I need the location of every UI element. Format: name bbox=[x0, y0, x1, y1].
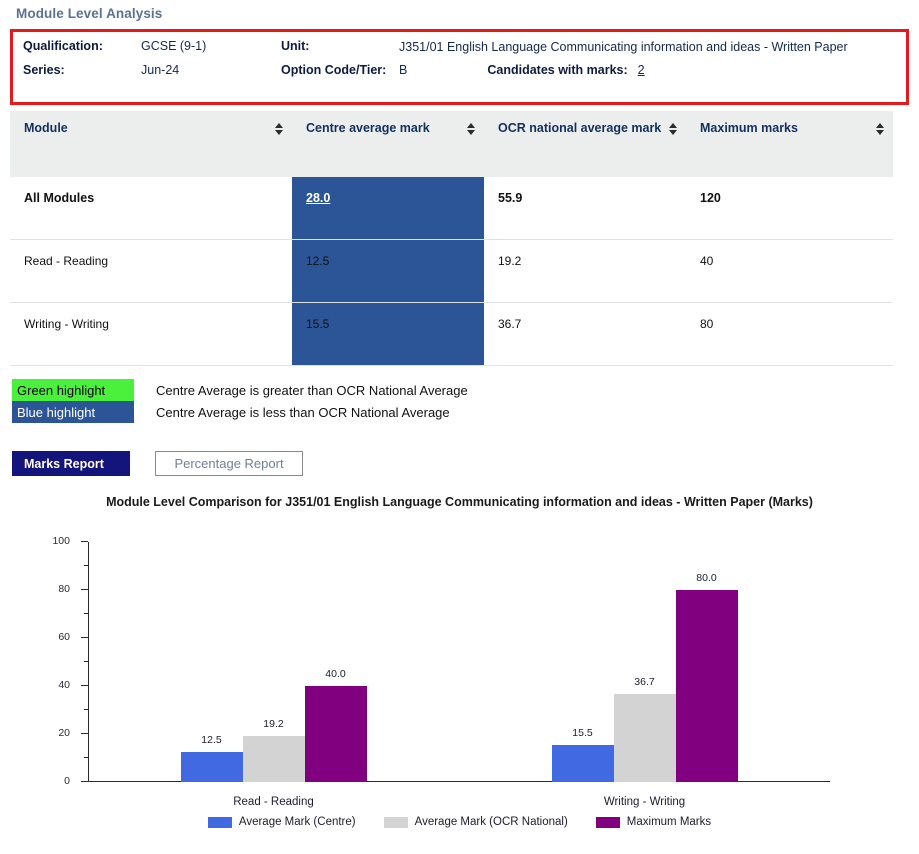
unit-label: Unit: bbox=[281, 39, 310, 53]
tab-percentage-report[interactable]: Percentage Report bbox=[155, 451, 303, 476]
bar-maximum-marks[interactable]: 80.0 bbox=[675, 572, 738, 782]
column-header-maximum-marks-label: Maximum marks bbox=[700, 121, 798, 135]
legend-swatch-icon bbox=[383, 816, 408, 828]
cell-module: Read - Reading bbox=[10, 239, 292, 303]
legend-label: Average Mark (Centre) bbox=[238, 816, 356, 828]
y-tick-label: 60 bbox=[58, 631, 70, 643]
x-axis-category-label: Writing - Writing bbox=[603, 796, 686, 808]
bar-group-writing-writing: 15.5 36.7 80.0 Writing - Writing bbox=[459, 542, 830, 808]
page-title: Module Level Analysis bbox=[16, 6, 163, 21]
cell-centre-average-mark[interactable]: 28.0 bbox=[292, 177, 484, 240]
cell-maximum-marks: 80 bbox=[686, 302, 893, 366]
qualification-value: GCSE (9-1) bbox=[141, 39, 207, 53]
y-tick-label: 40 bbox=[58, 679, 70, 691]
cell-ocr-national-average-mark: 19.2 bbox=[484, 239, 686, 303]
column-header-module[interactable]: Module bbox=[10, 111, 292, 177]
cell-maximum-marks: 120 bbox=[686, 177, 893, 240]
bar-maximum-marks[interactable]: 40.0 bbox=[304, 668, 367, 782]
x-axis-category-label: Read - Reading bbox=[233, 796, 314, 808]
module-table-head: Module Centre average mark OCR national … bbox=[10, 111, 893, 177]
legend-item-maximum-marks: Maximum Marks bbox=[595, 816, 712, 828]
y-tick-label: 0 bbox=[64, 775, 70, 787]
info-grid: Qualification: GCSE (9-1) Unit: J351/01 … bbox=[23, 39, 896, 79]
chart-plot-area: 0 20 40 60 80 100 12.5 19.2 40.0 Read - … bbox=[52, 535, 830, 808]
option-code-tier-value: B bbox=[399, 62, 408, 77]
sort-icon[interactable] bbox=[467, 122, 476, 136]
column-header-maximum-marks[interactable]: Maximum marks bbox=[686, 111, 893, 177]
centre-average-mark-link[interactable]: 28.0 bbox=[306, 191, 330, 205]
series-label: Series: bbox=[23, 62, 65, 77]
table-header-row: Module Centre average mark OCR national … bbox=[10, 111, 893, 177]
column-header-module-label: Module bbox=[24, 121, 68, 135]
module-comparison-chart: Module Level Comparison for J351/01 Engl… bbox=[0, 494, 919, 854]
legend-item-average-mark-centre: Average Mark (Centre) bbox=[207, 816, 356, 828]
cell-centre-average-mark: 12.5 bbox=[292, 239, 484, 303]
green-highlight-chip: Green highlight bbox=[12, 379, 134, 401]
sort-icon[interactable] bbox=[275, 122, 284, 136]
legend-swatch-icon bbox=[595, 816, 620, 828]
cell-module: Writing - Writing bbox=[10, 302, 292, 366]
bar-value-label: 40.0 bbox=[325, 668, 346, 680]
bar-value-label: 12.5 bbox=[201, 734, 222, 746]
series-value: Jun-24 bbox=[141, 62, 180, 77]
chart-legend: Average Mark (Centre) Average Mark (OCR … bbox=[0, 816, 919, 828]
option-code-tier-label: Option Code/Tier: bbox=[281, 62, 387, 77]
sort-icon[interactable] bbox=[669, 122, 678, 136]
legend-item-average-mark-ocr-national: Average Mark (OCR National) bbox=[383, 816, 568, 828]
chart-bar-groups: 12.5 19.2 40.0 Read - Reading 15.5 36.7 bbox=[88, 542, 830, 808]
bar-group-read-reading: 12.5 19.2 40.0 Read - Reading bbox=[88, 542, 459, 808]
green-highlight-description: Centre Average is greater than OCR Natio… bbox=[156, 382, 468, 398]
cell-ocr-national-average-mark: 36.7 bbox=[484, 302, 686, 366]
module-table-wrapper: Module Centre average mark OCR national … bbox=[10, 111, 909, 366]
cell-module: All Modules bbox=[10, 177, 292, 240]
legend-label: Maximum Marks bbox=[626, 816, 712, 828]
cell-maximum-marks: 40 bbox=[686, 239, 893, 303]
bar-value-label: 19.2 bbox=[263, 717, 284, 730]
key-row-green: Green highlight Centre Average is greate… bbox=[12, 379, 919, 401]
candidates-with-marks-link[interactable]: 2 bbox=[638, 63, 645, 77]
blue-highlight-chip: Blue highlight bbox=[12, 401, 134, 423]
bar-value-label: 80.0 bbox=[696, 572, 717, 584]
y-tick-label: 80 bbox=[58, 583, 70, 595]
qualification-label: Qualification: bbox=[23, 39, 103, 53]
sort-icon[interactable] bbox=[876, 122, 885, 136]
highlight-key: Green highlight Centre Average is greate… bbox=[12, 379, 919, 423]
module-table: Module Centre average mark OCR national … bbox=[10, 111, 893, 366]
option-and-candidates: B Candidates with marks: 2 bbox=[399, 63, 896, 79]
blue-highlight-description: Centre Average is less than OCR National… bbox=[156, 404, 450, 420]
tab-marks-report[interactable]: Marks Report bbox=[12, 451, 130, 476]
table-row: Read - Reading 12.5 19.2 40 bbox=[10, 239, 893, 303]
unit-value: J351/01 English Language Communicating i… bbox=[399, 40, 848, 54]
column-header-centre-average-mark[interactable]: Centre average mark bbox=[292, 111, 484, 177]
bar-centre-average[interactable]: 15.5 bbox=[551, 727, 614, 782]
cell-centre-average-mark: 15.5 bbox=[292, 302, 484, 366]
bar-value-label: 36.7 bbox=[634, 675, 655, 688]
module-table-body: All Modules 28.0 55.9 120 Read - Reading… bbox=[10, 177, 893, 366]
y-tick-label: 100 bbox=[52, 535, 70, 547]
table-row: Writing - Writing 15.5 36.7 80 bbox=[10, 302, 893, 366]
column-header-ocr-national-average-mark[interactable]: OCR national average mark bbox=[484, 111, 686, 177]
candidates-with-marks-label: Candidates with marks: bbox=[487, 62, 628, 77]
column-header-ocr-national-average-mark-label: OCR national average mark bbox=[498, 121, 662, 135]
legend-label: Average Mark (OCR National) bbox=[414, 816, 568, 828]
column-header-centre-average-mark-label: Centre average mark bbox=[306, 121, 430, 135]
bar-value-label: 15.5 bbox=[572, 726, 593, 739]
y-tick-label: 20 bbox=[58, 727, 70, 739]
cell-ocr-national-average-mark: 55.9 bbox=[484, 177, 686, 240]
chart-title: Module Level Comparison for J351/01 Engl… bbox=[106, 495, 813, 509]
bar-ocr-national[interactable]: 19.2 bbox=[242, 718, 305, 782]
report-tabs: Marks Report Percentage Report bbox=[12, 451, 919, 476]
qualification-info-panel: Qualification: GCSE (9-1) Unit: J351/01 … bbox=[10, 29, 909, 105]
bar-centre-average[interactable]: 12.5 bbox=[180, 734, 243, 782]
table-row: All Modules 28.0 55.9 120 bbox=[10, 177, 893, 240]
bar-ocr-national[interactable]: 36.7 bbox=[613, 676, 676, 782]
key-row-blue: Blue highlight Centre Average is less th… bbox=[12, 401, 919, 423]
legend-swatch-icon bbox=[207, 816, 232, 828]
